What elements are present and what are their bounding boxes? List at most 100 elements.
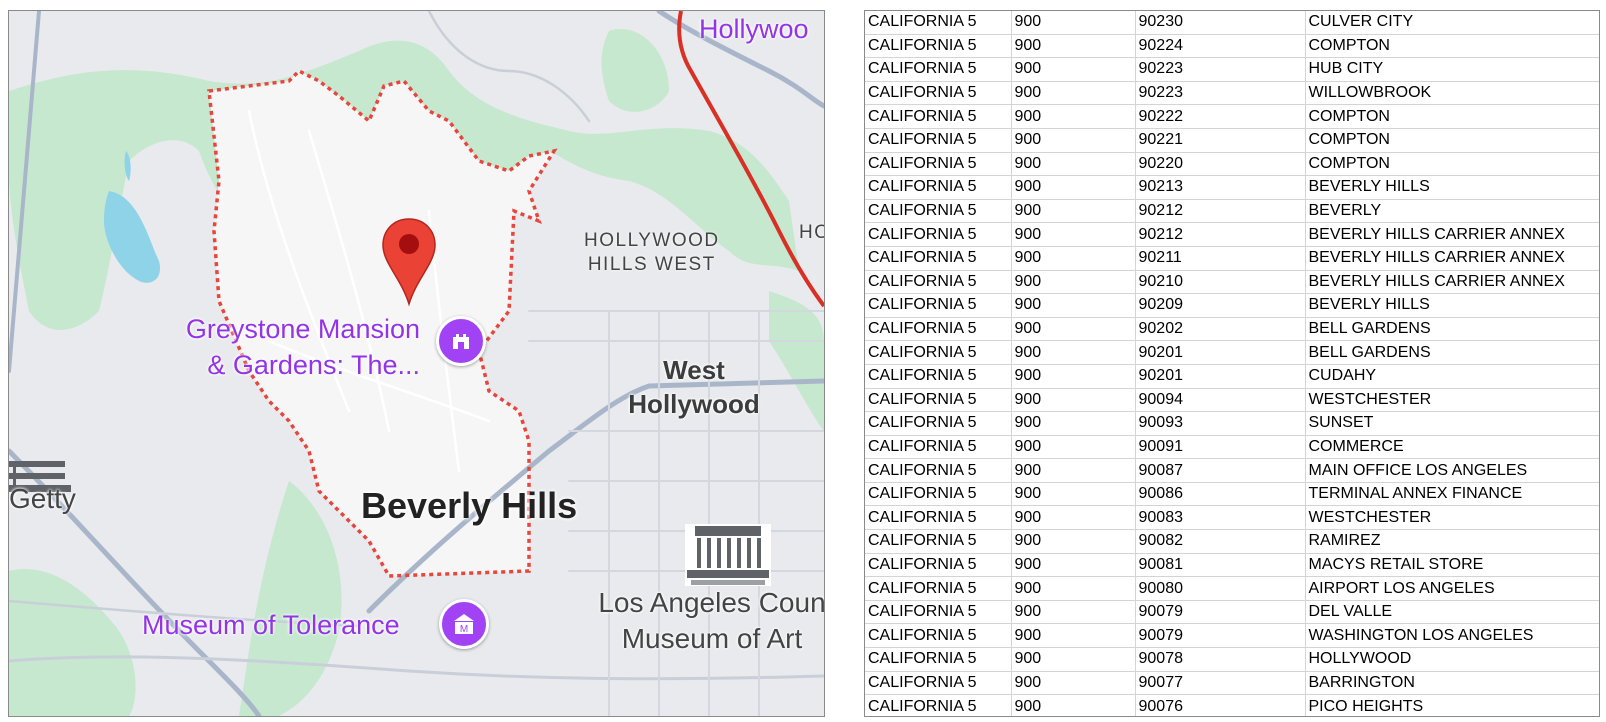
zip-cell[interactable]: 90201	[1135, 340, 1306, 365]
city-cell[interactable]: MAIN OFFICE LOS ANGELES	[1305, 458, 1599, 483]
state-cell[interactable]: CALIFORNIA 5	[865, 647, 1012, 672]
city-cell[interactable]: COMPTON	[1305, 104, 1599, 129]
state-cell[interactable]: CALIFORNIA 5	[865, 57, 1012, 82]
state-cell[interactable]: CALIFORNIA 5	[865, 458, 1012, 483]
prefix-cell[interactable]: 900	[1011, 57, 1136, 82]
prefix-cell[interactable]: 900	[1011, 34, 1136, 59]
zip-code-spreadsheet[interactable]: CALIFORNIA 5 900 90230 CULVER CITY CALIFORNI…	[864, 10, 1600, 717]
city-cell[interactable]: RAMIREZ	[1305, 529, 1599, 554]
state-cell[interactable]: CALIFORNIA 5	[865, 152, 1012, 177]
zip-cell[interactable]: 90201	[1135, 364, 1306, 389]
city-cell[interactable]: CULVER CITY	[1305, 11, 1599, 35]
city-cell[interactable]: TERMINAL ANNEX FINANCE	[1305, 482, 1599, 507]
zip-cell[interactable]: 90091	[1135, 435, 1306, 460]
city-cell[interactable]: COMPTON	[1305, 34, 1599, 59]
prefix-cell[interactable]: 900	[1011, 576, 1136, 601]
prefix-cell[interactable]: 900	[1011, 411, 1136, 436]
zip-cell[interactable]: 90212	[1135, 199, 1306, 224]
zip-cell[interactable]: 90221	[1135, 128, 1306, 153]
state-cell[interactable]: CALIFORNIA 5	[865, 246, 1012, 271]
state-cell[interactable]: CALIFORNIA 5	[865, 81, 1012, 106]
city-cell[interactable]: BEVERLY HILLS CARRIER ANNEX	[1305, 246, 1599, 271]
zip-cell[interactable]: 90209	[1135, 293, 1306, 318]
city-cell[interactable]: COMMERCE	[1305, 435, 1599, 460]
city-cell[interactable]: BEVERLY HILLS	[1305, 175, 1599, 200]
zip-cell[interactable]: 90223	[1135, 57, 1306, 82]
city-cell[interactable]: COMPTON	[1305, 152, 1599, 177]
city-cell[interactable]: PICO HEIGHTS	[1305, 694, 1599, 716]
state-cell[interactable]: CALIFORNIA 5	[865, 505, 1012, 531]
zip-cell[interactable]: 90222	[1135, 104, 1306, 129]
zip-cell[interactable]: 90080	[1135, 576, 1306, 601]
state-cell[interactable]: CALIFORNIA 5	[865, 623, 1012, 649]
state-cell[interactable]: CALIFORNIA 5	[865, 694, 1012, 716]
state-cell[interactable]: CALIFORNIA 5	[865, 600, 1012, 625]
zip-cell[interactable]: 90087	[1135, 458, 1306, 483]
prefix-cell[interactable]: 900	[1011, 222, 1136, 247]
zip-cell[interactable]: 90079	[1135, 623, 1306, 649]
city-cell[interactable]: MACYS RETAIL STORE	[1305, 553, 1599, 578]
city-cell[interactable]: AIRPORT LOS ANGELES	[1305, 576, 1599, 601]
state-cell[interactable]: CALIFORNIA 5	[865, 576, 1012, 601]
prefix-cell[interactable]: 900	[1011, 388, 1136, 413]
zip-cell[interactable]: 90077	[1135, 671, 1306, 696]
prefix-cell[interactable]: 900	[1011, 482, 1136, 507]
city-cell[interactable]: BELL GARDENS	[1305, 317, 1599, 342]
city-cell[interactable]: BEVERLY HILLS CARRIER ANNEX	[1305, 270, 1599, 295]
prefix-cell[interactable]: 900	[1011, 128, 1136, 153]
state-cell[interactable]: CALIFORNIA 5	[865, 11, 1012, 35]
museum-icon[interactable]: M	[439, 599, 489, 649]
zip-cell[interactable]: 90094	[1135, 388, 1306, 413]
city-cell[interactable]: WASHINGTON LOS ANGELES	[1305, 623, 1599, 649]
state-cell[interactable]: CALIFORNIA 5	[865, 128, 1012, 153]
prefix-cell[interactable]: 900	[1011, 671, 1136, 696]
museum-of-tolerance-label[interactable]: Museum of Tolerance	[142, 607, 400, 643]
city-cell[interactable]: SUNSET	[1305, 411, 1599, 436]
zip-cell[interactable]: 90083	[1135, 505, 1306, 531]
prefix-cell[interactable]: 900	[1011, 505, 1136, 531]
zip-cell[interactable]: 90093	[1135, 411, 1306, 436]
prefix-cell[interactable]: 900	[1011, 270, 1136, 295]
prefix-cell[interactable]: 900	[1011, 199, 1136, 224]
state-cell[interactable]: CALIFORNIA 5	[865, 340, 1012, 365]
greystone-mansion-label[interactable]: Greystone Mansion & Gardens: The...	[175, 311, 420, 383]
city-cell[interactable]: COMPTON	[1305, 128, 1599, 153]
city-cell[interactable]: WESTCHESTER	[1305, 505, 1599, 531]
state-cell[interactable]: CALIFORNIA 5	[865, 671, 1012, 696]
prefix-cell[interactable]: 900	[1011, 317, 1136, 342]
zip-cell[interactable]: 90202	[1135, 317, 1306, 342]
city-cell[interactable]: WESTCHESTER	[1305, 388, 1599, 413]
prefix-cell[interactable]: 900	[1011, 340, 1136, 365]
state-cell[interactable]: CALIFORNIA 5	[865, 293, 1012, 318]
state-cell[interactable]: CALIFORNIA 5	[865, 222, 1012, 247]
prefix-cell[interactable]: 900	[1011, 600, 1136, 625]
prefix-cell[interactable]: 900	[1011, 553, 1136, 578]
prefix-cell[interactable]: 900	[1011, 81, 1136, 106]
zip-cell[interactable]: 90211	[1135, 246, 1306, 271]
state-cell[interactable]: CALIFORNIA 5	[865, 553, 1012, 578]
city-cell[interactable]: BEVERLY HILLS CARRIER ANNEX	[1305, 222, 1599, 247]
state-cell[interactable]: CALIFORNIA 5	[865, 317, 1012, 342]
state-cell[interactable]: CALIFORNIA 5	[865, 388, 1012, 413]
city-cell[interactable]: BEVERLY HILLS	[1305, 293, 1599, 318]
zip-cell[interactable]: 90082	[1135, 529, 1306, 554]
prefix-cell[interactable]: 900	[1011, 152, 1136, 177]
state-cell[interactable]: CALIFORNIA 5	[865, 529, 1012, 554]
state-cell[interactable]: CALIFORNIA 5	[865, 364, 1012, 389]
prefix-cell[interactable]: 900	[1011, 364, 1136, 389]
zip-cell[interactable]: 90081	[1135, 553, 1306, 578]
zip-cell[interactable]: 90212	[1135, 222, 1306, 247]
state-cell[interactable]: CALIFORNIA 5	[865, 411, 1012, 436]
state-cell[interactable]: CALIFORNIA 5	[865, 34, 1012, 59]
city-cell[interactable]: HOLLYWOOD	[1305, 647, 1599, 672]
prefix-cell[interactable]: 900	[1011, 175, 1136, 200]
zip-cell[interactable]: 90224	[1135, 34, 1306, 59]
city-cell[interactable]: BEVERLY	[1305, 199, 1599, 224]
zip-cell[interactable]: 90230	[1135, 11, 1306, 35]
zip-cell[interactable]: 90086	[1135, 482, 1306, 507]
zip-cell[interactable]: 90213	[1135, 175, 1306, 200]
state-cell[interactable]: CALIFORNIA 5	[865, 175, 1012, 200]
zip-cell[interactable]: 90210	[1135, 270, 1306, 295]
prefix-cell[interactable]: 900	[1011, 529, 1136, 554]
prefix-cell[interactable]: 900	[1011, 647, 1136, 672]
